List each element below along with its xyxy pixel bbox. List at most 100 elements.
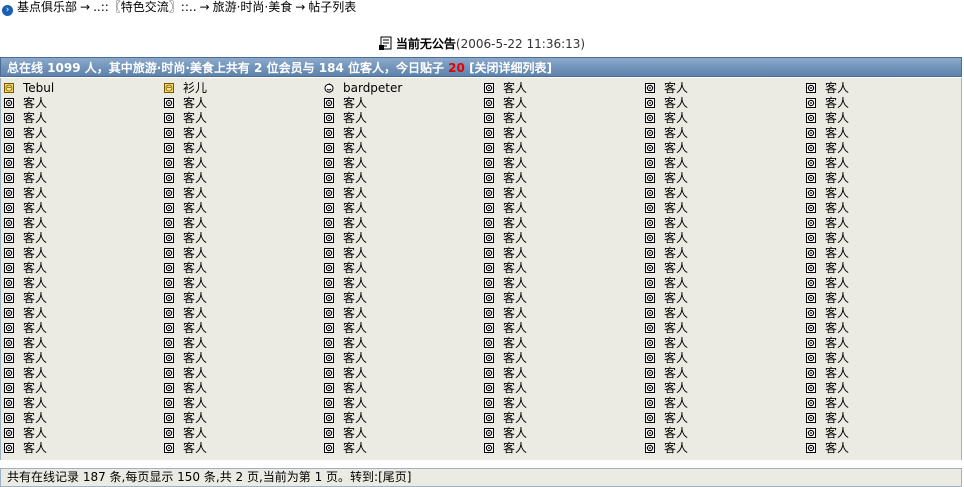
guest-user[interactable]: 客人 bbox=[324, 336, 367, 351]
guest-user[interactable]: 客人 bbox=[164, 366, 207, 381]
guest-user[interactable]: 客人 bbox=[164, 246, 207, 261]
guest-user[interactable]: 客人 bbox=[164, 141, 207, 156]
guest-user[interactable]: 客人 bbox=[4, 261, 47, 276]
guest-user[interactable]: 客人 bbox=[645, 96, 688, 111]
guest-user[interactable]: 客人 bbox=[806, 366, 849, 381]
guest-user[interactable]: 客人 bbox=[164, 426, 207, 441]
guest-user[interactable]: 客人 bbox=[324, 216, 367, 231]
guest-user[interactable]: 客人 bbox=[806, 321, 849, 336]
guest-user[interactable]: 客人 bbox=[164, 411, 207, 426]
guest-user[interactable]: 客人 bbox=[645, 441, 688, 456]
guest-user[interactable]: 客人 bbox=[484, 411, 527, 426]
guest-user[interactable]: 客人 bbox=[806, 111, 849, 126]
guest-user[interactable]: 客人 bbox=[164, 351, 207, 366]
guest-user[interactable]: 客人 bbox=[324, 411, 367, 426]
guest-user[interactable]: 客人 bbox=[806, 276, 849, 291]
guest-user[interactable]: 客人 bbox=[164, 156, 207, 171]
guest-user[interactable]: 客人 bbox=[806, 201, 849, 216]
guest-user[interactable]: 客人 bbox=[164, 276, 207, 291]
guest-user[interactable]: 客人 bbox=[484, 291, 527, 306]
guest-user[interactable]: 客人 bbox=[645, 261, 688, 276]
guest-user[interactable]: 客人 bbox=[645, 396, 688, 411]
guest-user[interactable]: 客人 bbox=[324, 396, 367, 411]
guest-user[interactable]: 客人 bbox=[484, 276, 527, 291]
guest-user[interactable]: 客人 bbox=[484, 171, 527, 186]
guest-user[interactable]: 客人 bbox=[4, 426, 47, 441]
guest-user[interactable]: 客人 bbox=[645, 366, 688, 381]
guest-user[interactable]: 客人 bbox=[645, 126, 688, 141]
guest-user[interactable]: 客人 bbox=[324, 156, 367, 171]
guest-user[interactable]: 客人 bbox=[806, 171, 849, 186]
guest-user[interactable]: 客人 bbox=[324, 426, 367, 441]
guest-user[interactable]: 客人 bbox=[164, 336, 207, 351]
guest-user[interactable]: 客人 bbox=[324, 366, 367, 381]
guest-user[interactable]: 客人 bbox=[4, 156, 47, 171]
guest-user[interactable]: 客人 bbox=[4, 216, 47, 231]
guest-user[interactable]: 客人 bbox=[4, 276, 47, 291]
guest-user[interactable]: 客人 bbox=[645, 141, 688, 156]
guest-user[interactable]: 客人 bbox=[164, 171, 207, 186]
guest-user[interactable]: 客人 bbox=[806, 351, 849, 366]
guest-user[interactable]: 客人 bbox=[484, 96, 527, 111]
guest-user[interactable]: 客人 bbox=[164, 381, 207, 396]
guest-user[interactable]: 客人 bbox=[4, 381, 47, 396]
guest-user[interactable]: 客人 bbox=[645, 276, 688, 291]
guest-user[interactable]: 客人 bbox=[324, 381, 367, 396]
guest-user[interactable]: 客人 bbox=[164, 186, 207, 201]
guest-user[interactable]: 客人 bbox=[484, 351, 527, 366]
guest-user[interactable]: 客人 bbox=[4, 111, 47, 126]
guest-user[interactable]: 客人 bbox=[324, 201, 367, 216]
guest-user[interactable]: 客人 bbox=[4, 366, 47, 381]
guest-user[interactable]: 客人 bbox=[164, 396, 207, 411]
guest-user[interactable]: 客人 bbox=[324, 291, 367, 306]
breadcrumb-item-feature[interactable]: ..::〖特色交流〗::.. bbox=[93, 0, 196, 14]
guest-user[interactable]: 客人 bbox=[806, 426, 849, 441]
guest-user[interactable]: 客人 bbox=[645, 351, 688, 366]
guest-user[interactable]: 客人 bbox=[645, 216, 688, 231]
guest-user[interactable]: 客人 bbox=[806, 306, 849, 321]
guest-user[interactable]: 客人 bbox=[484, 426, 527, 441]
guest-user[interactable]: 客人 bbox=[164, 96, 207, 111]
guest-user[interactable]: 客人 bbox=[324, 351, 367, 366]
guest-user[interactable]: 客人 bbox=[164, 306, 207, 321]
guest-user[interactable]: 客人 bbox=[484, 216, 527, 231]
guest-user[interactable]: 客人 bbox=[4, 171, 47, 186]
guest-user[interactable]: 客人 bbox=[484, 231, 527, 246]
guest-user[interactable]: 客人 bbox=[806, 246, 849, 261]
guest-user[interactable]: 客人 bbox=[4, 96, 47, 111]
member-user[interactable]: 衫儿 bbox=[164, 81, 207, 96]
guest-user[interactable]: 客人 bbox=[645, 81, 688, 96]
guest-user[interactable]: 客人 bbox=[806, 291, 849, 306]
guest-user[interactable]: 客人 bbox=[164, 291, 207, 306]
guest-user[interactable]: 客人 bbox=[645, 111, 688, 126]
guest-user[interactable]: 客人 bbox=[806, 216, 849, 231]
guest-user[interactable]: 客人 bbox=[4, 126, 47, 141]
guest-user[interactable]: 客人 bbox=[645, 171, 688, 186]
guest-user[interactable]: 客人 bbox=[645, 321, 688, 336]
guest-user[interactable]: 客人 bbox=[324, 111, 367, 126]
guest-user[interactable]: 客人 bbox=[484, 396, 527, 411]
guest-user[interactable]: 客人 bbox=[645, 411, 688, 426]
guest-user[interactable]: 客人 bbox=[164, 441, 207, 456]
guest-user[interactable]: 客人 bbox=[484, 126, 527, 141]
guest-user[interactable]: 客人 bbox=[806, 336, 849, 351]
guest-user[interactable]: 客人 bbox=[4, 411, 47, 426]
guest-user[interactable]: 客人 bbox=[806, 96, 849, 111]
breadcrumb-item-board[interactable]: 旅游·时尚·美食 bbox=[213, 0, 293, 14]
guest-user[interactable]: 客人 bbox=[806, 156, 849, 171]
guest-user[interactable]: 客人 bbox=[645, 186, 688, 201]
guest-user[interactable]: 客人 bbox=[484, 261, 527, 276]
last-page-link[interactable]: [尾页] bbox=[378, 470, 411, 484]
guest-user[interactable]: 客人 bbox=[4, 231, 47, 246]
guest-user[interactable]: 客人 bbox=[645, 291, 688, 306]
guest-user[interactable]: 客人 bbox=[164, 261, 207, 276]
guest-user[interactable]: 客人 bbox=[4, 246, 47, 261]
guest-user[interactable]: 客人 bbox=[645, 336, 688, 351]
guest-user[interactable]: 客人 bbox=[806, 186, 849, 201]
guest-user[interactable]: 客人 bbox=[806, 81, 849, 96]
guest-user[interactable]: 客人 bbox=[484, 366, 527, 381]
guest-user[interactable]: 客人 bbox=[806, 381, 849, 396]
guest-user[interactable]: 客人 bbox=[324, 306, 367, 321]
guest-user[interactable]: 客人 bbox=[4, 291, 47, 306]
guest-user[interactable]: 客人 bbox=[4, 306, 47, 321]
